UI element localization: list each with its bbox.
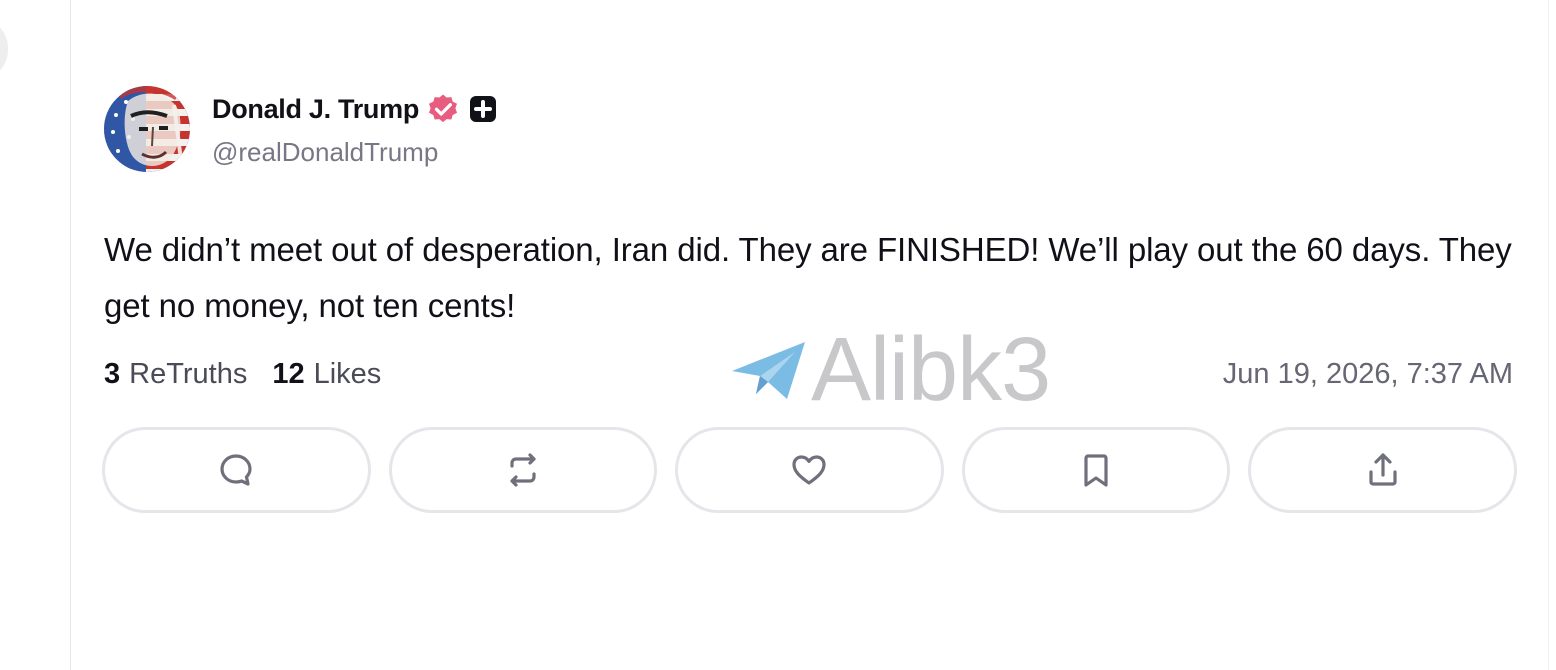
heart-icon <box>792 455 827 485</box>
like-button[interactable] <box>675 427 944 513</box>
bookmark-button[interactable] <box>961 427 1231 513</box>
likes-count: 12 <box>272 357 305 390</box>
side-panel-edge <box>0 18 8 80</box>
author-display-name[interactable]: Donald J. Trump <box>212 94 419 125</box>
post-stats: 3 ReTruths 12 Likes <box>104 353 381 395</box>
post-body-text: We didn’t meet out of desperation, Iran … <box>104 231 1512 324</box>
bookmark-icon <box>1084 454 1108 487</box>
right-divider <box>1548 0 1549 670</box>
repost-icon <box>510 453 536 487</box>
retruths-count: 3 <box>104 357 121 390</box>
retruths-label: ReTruths <box>129 357 248 390</box>
truth-social-post: Donald J. Trump @realDonaldTrump We didn… <box>71 0 1548 670</box>
retruth-button[interactable] <box>388 427 658 513</box>
post-timestamp[interactable]: Jun 19, 2026, 7:37 AM <box>1223 353 1513 395</box>
verified-badge-icon <box>429 94 458 123</box>
plus-badge-icon <box>470 96 497 122</box>
author-name-row: Donald J. Trump <box>212 91 499 127</box>
watermark: Alibk3 <box>729 320 1051 420</box>
comment-icon <box>220 454 252 486</box>
watermark-text: Alibk3 <box>811 320 1051 420</box>
reply-button[interactable] <box>102 427 371 513</box>
author-handle[interactable]: @realDonaldTrump <box>212 137 438 168</box>
retruths-stat[interactable]: 3 ReTruths <box>104 358 247 391</box>
share-icon <box>1369 453 1397 486</box>
author-avatar[interactable] <box>104 86 190 172</box>
telegram-plane-icon <box>732 342 805 399</box>
likes-stat[interactable]: 12 Likes <box>272 358 381 391</box>
avatar-image <box>104 86 190 172</box>
likes-label: Likes <box>313 357 382 390</box>
share-button[interactable] <box>1248 427 1517 513</box>
post-actions <box>102 427 1517 513</box>
